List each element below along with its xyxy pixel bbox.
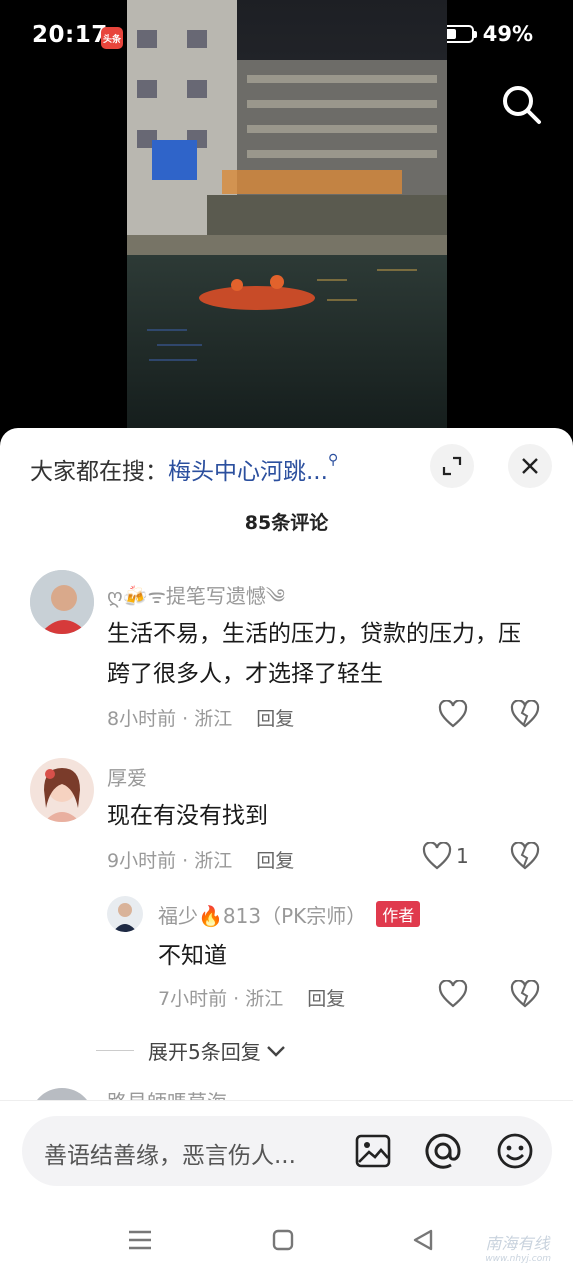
reply-button[interactable]: 回复 <box>256 850 294 872</box>
image-icon <box>355 1134 391 1168</box>
next-username-partial: 路見師嗎莫海 <box>107 1092 227 1100</box>
status-time: 20:17 <box>32 22 108 48</box>
broken-heart-icon <box>510 980 540 1008</box>
back-triangle-icon <box>413 1229 433 1251</box>
search-button[interactable] <box>499 82 543 126</box>
reply-username-row: 福少🔥813（PK宗师） 作者 <box>158 900 421 929</box>
like-button[interactable] <box>438 980 468 1008</box>
like-button[interactable] <box>438 700 472 728</box>
emoji-icon <box>497 1133 533 1169</box>
emoji-button[interactable] <box>492 1128 538 1174</box>
heart-icon <box>438 700 468 728</box>
comment-input-placeholder: 善语结善缘，恶言伤人... <box>44 1143 296 1169</box>
dislike-button[interactable] <box>510 842 540 870</box>
expand-replies-label: 展开5条回复 <box>148 1040 261 1064</box>
expand-replies-button[interactable]: 展开5条回复 <box>96 1036 287 1065</box>
system-nav-bar: 南海有线 www.nhyj.com <box>0 1200 573 1280</box>
trending-search[interactable]: 大家都在搜：梅头中心河跳...⚲ <box>30 452 338 486</box>
heart-icon <box>422 842 452 870</box>
menu-nav-button[interactable] <box>122 1222 158 1258</box>
avatar[interactable] <box>107 896 143 932</box>
comment-time: 9小时前 · 浙江 <box>107 850 233 872</box>
watermark-text: 南海有线 <box>485 1234 550 1253</box>
battery-percent: 49% <box>482 22 533 46</box>
dislike-button[interactable] <box>510 700 540 728</box>
search-icon <box>503 86 541 124</box>
trending-keyword[interactable]: 梅头中心河跳... <box>168 459 328 485</box>
comment-count: 85条评论 <box>244 512 329 534</box>
menu-icon <box>129 1230 151 1250</box>
comment-username[interactable]: 厚爱 <box>107 762 147 791</box>
watermark-url: www.nhyj.com <box>485 1254 551 1264</box>
home-square-icon <box>272 1229 294 1251</box>
expand-divider <box>96 1050 134 1051</box>
back-nav-button[interactable] <box>405 1222 441 1258</box>
like-button[interactable]: 1 <box>422 842 469 870</box>
reply-time: 7小时前 · 浙江 <box>158 988 284 1010</box>
mention-button[interactable] <box>420 1128 466 1174</box>
avatar[interactable] <box>30 570 94 634</box>
trending-prefix: 大家都在搜： <box>30 459 168 485</box>
comment-time: 8小时前 · 浙江 <box>107 708 233 730</box>
close-button[interactable] <box>508 444 552 488</box>
author-badge: 作者 <box>376 901 421 927</box>
broken-heart-icon <box>510 842 540 870</box>
video-frame <box>127 0 447 440</box>
close-icon <box>522 458 538 474</box>
comment-meta: 8小时前 · 浙江 回复 <box>107 704 294 731</box>
chevron-down-icon <box>266 1045 285 1057</box>
image-button[interactable] <box>350 1128 396 1174</box>
watermark: 南海有线 www.nhyj.com <box>485 1230 551 1264</box>
reply-text: 不知道 <box>158 943 227 969</box>
trending-search-icon: ⚲ <box>327 452 339 468</box>
reply-meta: 7小时前 · 浙江 回复 <box>158 984 345 1011</box>
reply-username[interactable]: 福少🔥813（PK宗师） <box>158 904 366 928</box>
video-player[interactable] <box>127 0 447 440</box>
dislike-button[interactable] <box>510 980 540 1008</box>
at-icon <box>425 1133 461 1169</box>
expand-icon <box>442 456 462 476</box>
input-divider <box>0 1100 573 1101</box>
next-username: 路見師嗎莫海 <box>107 1092 227 1100</box>
broken-heart-icon <box>510 700 540 728</box>
comment-text: 现在有没有找到 <box>107 803 268 829</box>
comment-meta: 9小时前 · 浙江 回复 <box>107 846 294 873</box>
expand-button[interactable] <box>430 444 474 488</box>
comment-text: 生活不易，生活的压力，贷款的压力，压跨了很多人，才选择了轻生 <box>107 621 521 687</box>
toutiao-app-icon: 头条 <box>101 27 123 49</box>
next-avatar-partial[interactable] <box>30 1088 94 1100</box>
comment-input[interactable]: 善语结善缘，恶言伤人... <box>22 1116 552 1186</box>
reply-button[interactable]: 回复 <box>307 988 345 1010</box>
like-count: 1 <box>456 844 469 868</box>
avatar[interactable] <box>30 758 94 822</box>
reply-button[interactable]: 回复 <box>256 708 294 730</box>
home-nav-button[interactable] <box>265 1222 301 1258</box>
heart-icon <box>438 980 468 1008</box>
comments-sheet: 大家都在搜：梅头中心河跳...⚲ 85条评论 ღ🍻ᯤ提笔写遗憾༄ 生活不易，生活… <box>0 428 573 1280</box>
